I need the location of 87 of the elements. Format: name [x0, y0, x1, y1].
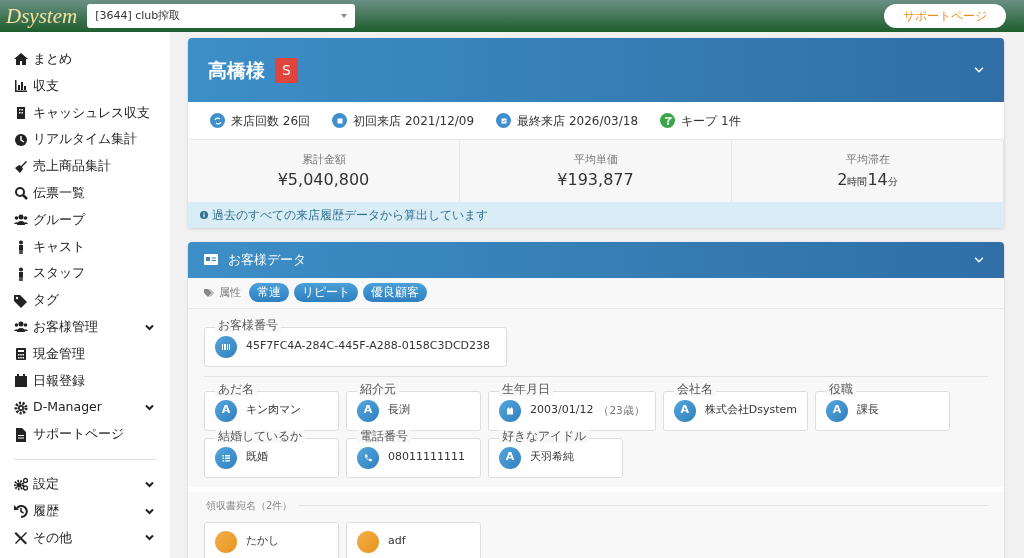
sidebar-item[interactable]: 設定: [0, 470, 170, 498]
avatar-icon: [215, 530, 237, 553]
field-value: 株式会社Dsystem: [704, 402, 798, 419]
summary-value: ¥5,040,800: [276, 168, 371, 191]
sidebar-item[interactable]: 現金管理: [0, 340, 170, 368]
info-icon: [200, 210, 208, 219]
sidebar-item[interactable]: まとめ: [0, 46, 170, 73]
calendar-icon: [14, 373, 28, 388]
sidebar-item[interactable]: お客様管理: [0, 313, 170, 341]
letter-icon: A: [215, 399, 237, 422]
letter-icon: A: [673, 399, 696, 422]
calculator-icon: [14, 347, 28, 362]
receipt-name: たかし: [246, 533, 279, 550]
stat-text: 来店回数 26回: [231, 112, 311, 130]
caret-icon: [341, 14, 348, 18]
customer-name: 高橋様: [208, 57, 265, 83]
attribute-tag[interactable]: 常連: [249, 282, 289, 303]
letter-icon: A: [826, 399, 849, 422]
field-value: 08011111111: [388, 449, 465, 466]
gears-icon: [14, 477, 28, 492]
store-select[interactable]: [3644] club搾取: [87, 4, 356, 28]
list-icon: [215, 446, 237, 469]
sidebar-item[interactable]: その他: [0, 524, 170, 552]
chevron-down-icon[interactable]: [974, 65, 984, 75]
field-label: 生年月日: [499, 382, 553, 396]
chevron-down-icon[interactable]: [974, 254, 984, 265]
calendar-icon: [499, 399, 521, 422]
chart-icon: [14, 79, 28, 94]
rank-tag: S: [275, 57, 298, 83]
field-value: 課長: [857, 402, 880, 419]
sidebar-item[interactable]: 売上商品集計: [0, 153, 170, 180]
summary-label: 平均滞在: [845, 153, 890, 165]
field-value: 45F7FC4A-284C-445F-A288-0158C3DCD238: [246, 338, 491, 355]
history-icon: [14, 504, 28, 519]
document-icon: [14, 427, 28, 442]
summary-label: 平均単価: [573, 153, 618, 165]
phone-icon: [357, 446, 379, 469]
search-icon: [14, 186, 28, 201]
users-icon: [14, 213, 28, 228]
summary-value: ¥193,877: [556, 168, 635, 191]
age-text: （23歳）: [598, 402, 645, 418]
letter-icon: A: [499, 446, 521, 469]
section-title: 領収書宛名（2件）: [206, 498, 293, 513]
sidebar-item[interactable]: キャスト: [0, 233, 170, 261]
barcode-icon: [215, 335, 237, 358]
id-card-icon: [204, 254, 218, 266]
sidebar-item[interactable]: リアルタイム集計: [0, 126, 170, 154]
field-value: 2003/01/12: [530, 402, 594, 419]
card-title: お客様データ: [228, 250, 306, 269]
receipt-name: adf: [388, 533, 406, 550]
summary-label: 累計金額: [301, 153, 346, 165]
field-label: 役職: [826, 382, 857, 396]
logo: Dsystem: [6, 5, 78, 27]
sidebar-item[interactable]: 収支: [0, 72, 170, 100]
clock-icon: [14, 132, 28, 147]
field-label: 会社名: [673, 382, 716, 396]
sidebar-item[interactable]: サポートページ: [0, 421, 170, 448]
summary-value: 2時間14分: [836, 168, 899, 191]
tags-icon: [14, 293, 28, 308]
field-value: キン肉マン: [246, 402, 301, 419]
letter-icon: A: [357, 399, 379, 422]
stat-text: 最終来店 2026/03/18: [517, 112, 639, 130]
sidebar-item[interactable]: キャッシュレス収支: [0, 99, 170, 127]
field-value: 長渕: [388, 402, 410, 419]
note-text: 過去のすべての来店履歴データから算出しています: [212, 206, 488, 224]
sidebar-item[interactable]: グループ: [0, 206, 170, 234]
users-icon: [14, 320, 28, 335]
sidebar-item[interactable]: タグ: [0, 287, 170, 314]
attribute-label: 属性: [219, 284, 241, 300]
building-icon: [14, 106, 28, 120]
sidebar-item[interactable]: スタッフ: [0, 260, 170, 288]
tags-icon: [204, 288, 214, 297]
sidebar-item[interactable]: 伝票一覧: [0, 180, 170, 207]
field-value: 天羽希純: [530, 449, 574, 466]
sidebar-item[interactable]: 履歴: [0, 497, 170, 525]
field-label: あだ名: [215, 382, 257, 396]
field-label: 紹介元: [357, 382, 399, 396]
gear-icon: [14, 400, 28, 415]
avatar-icon: [357, 530, 379, 553]
store-name: [3644] club搾取: [95, 7, 181, 24]
field-label: お客様番号: [215, 318, 281, 332]
sidebar-item[interactable]: 日報登録: [0, 367, 170, 395]
stat-text: 初回来店 2021/12/09: [353, 112, 475, 130]
sidebar-item[interactable]: D-Manager: [0, 394, 170, 422]
stat-text: キープ 1件: [681, 112, 741, 130]
field-value: 既婚: [246, 449, 268, 466]
home-icon: [14, 52, 28, 67]
